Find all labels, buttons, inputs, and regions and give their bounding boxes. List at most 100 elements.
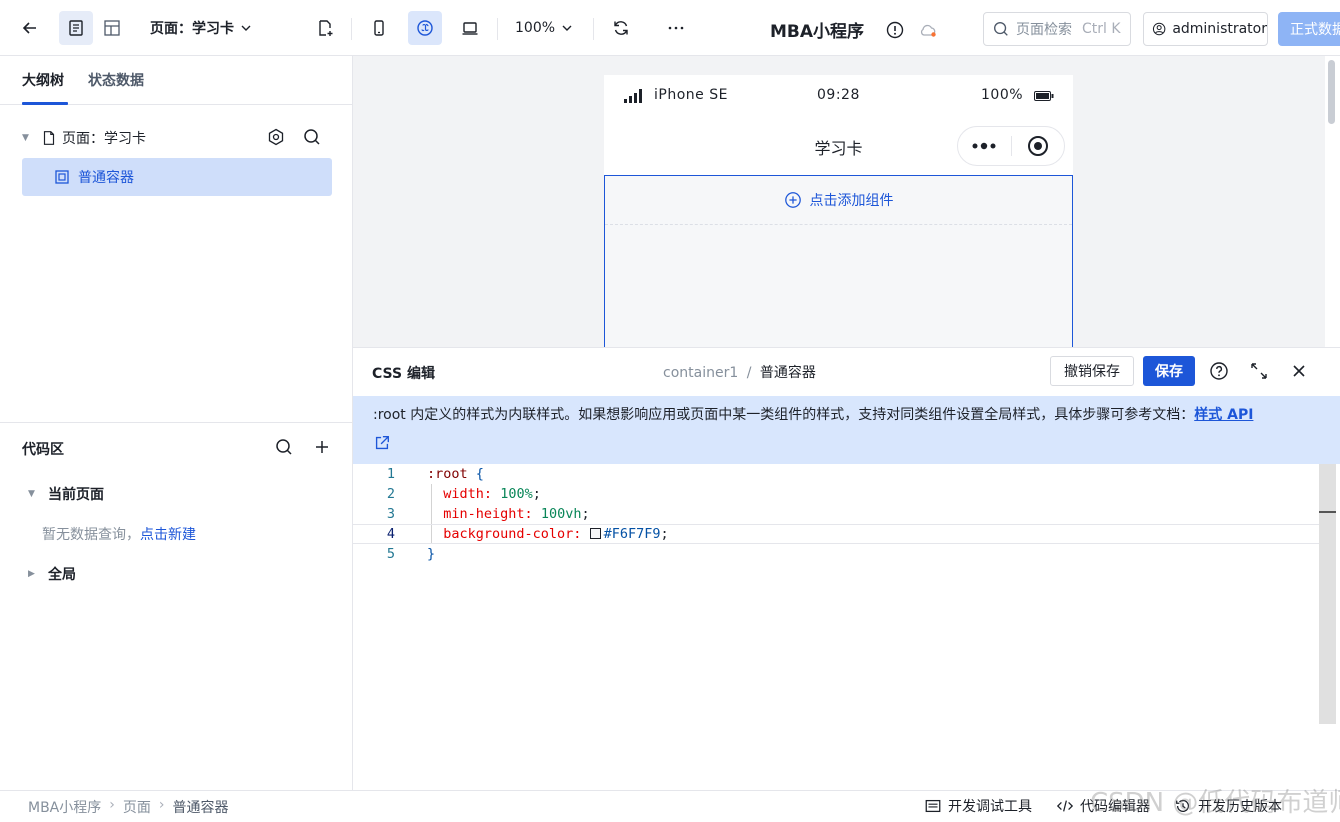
- scrollbar-thumb[interactable]: [1328, 60, 1335, 124]
- desktop-preview-button[interactable]: [453, 11, 487, 45]
- phone-status-bar: iPhone SE 09:28 100%: [604, 75, 1073, 117]
- open-brace: {: [475, 466, 484, 482]
- plus-icon[interactable]: [312, 437, 332, 457]
- phone-nav-bar: 学习卡: [604, 117, 1073, 175]
- section-current-page[interactable]: ▼ 当前页面: [28, 484, 104, 504]
- signal-icon: [624, 89, 642, 103]
- page-selector[interactable]: 页面：学习卡: [150, 11, 252, 45]
- cloud-sync-status[interactable]: [911, 13, 945, 47]
- layout-icon: [104, 20, 120, 36]
- code-line: 3 min-height: 100vh;: [353, 504, 1333, 524]
- layout-view-button[interactable]: [95, 11, 129, 45]
- code-area-actions: [274, 437, 332, 457]
- code-text: background-color: #F6F7F9;: [443, 526, 669, 542]
- capsule-more[interactable]: [958, 141, 1011, 151]
- close-brace: }: [427, 546, 436, 562]
- expand-icon[interactable]: [1249, 361, 1269, 381]
- caret-down-icon: ▼: [22, 133, 29, 143]
- color-swatch[interactable]: [589, 528, 601, 539]
- miniprogram-icon: [417, 20, 433, 36]
- miniprogram-preview-button[interactable]: [408, 11, 442, 45]
- line-number: 4: [386, 526, 395, 542]
- arrow-left-icon: [22, 22, 36, 34]
- notice-text: :root 内定义的样式为内联样式。如果想影响应用或页面中某一类组件的样式，支持…: [373, 407, 1195, 423]
- tab-outline-tree[interactable]: 大纲树: [22, 70, 64, 90]
- css-property: background-color:: [443, 526, 582, 542]
- create-query-link[interactable]: 点击新建: [140, 527, 196, 543]
- canvas-scrollbar[interactable]: [1325, 56, 1340, 347]
- code-text: }: [427, 546, 435, 562]
- code-area-title: 代码区: [22, 442, 64, 458]
- chevron-down-icon: [562, 25, 572, 31]
- tree-node-container[interactable]: 普通容器: [22, 158, 332, 196]
- footer-crumb-page[interactable]: 页面: [123, 797, 151, 817]
- scrollbar-cursor-marker: [1319, 511, 1336, 513]
- user-icon: [1152, 22, 1166, 36]
- line-number: 2: [386, 486, 395, 502]
- settings-icon[interactable]: [266, 127, 286, 147]
- page-search-input[interactable]: 页面检索 Ctrl K: [983, 12, 1131, 46]
- miniprogram-capsule[interactable]: [957, 126, 1065, 166]
- capsule-close[interactable]: [1012, 135, 1065, 157]
- undo-save-button[interactable]: 撤销保存: [1050, 356, 1134, 386]
- csdn-watermark: CSDN @低代码布道师: [1090, 788, 1340, 818]
- selected-container[interactable]: 点击添加组件: [604, 175, 1073, 347]
- outline-view-button[interactable]: [59, 11, 93, 45]
- crumb-component-id[interactable]: container1: [663, 365, 738, 381]
- search-icon[interactable]: [302, 127, 322, 147]
- design-canvas: iPhone SE 09:28 100% 学习卡 点击添加组件: [353, 56, 1325, 347]
- add-page-button[interactable]: [308, 11, 342, 45]
- add-component-button[interactable]: 点击添加组件: [605, 176, 1072, 225]
- css-code-editor[interactable]: 1 :root { 2 width: 100%; 3 min-height: 1…: [353, 464, 1340, 791]
- empty-query-text: 暂无数据查询，: [42, 527, 140, 543]
- app-info-button[interactable]: [878, 13, 912, 47]
- mobile-preview-button[interactable]: [362, 11, 396, 45]
- css-editor-header: CSS 编辑 container1 / 普通容器 撤销保存 保存: [353, 348, 1340, 396]
- help-icon[interactable]: [1209, 361, 1229, 381]
- code-area: 代码区 ▼ 当前页面 暂无数据查询，点击新建 ▶ 全局: [0, 422, 352, 790]
- chevron-right-icon: ›: [158, 797, 165, 813]
- tab-state-data[interactable]: 状态数据: [88, 70, 144, 90]
- code-text: min-height: 100vh;: [443, 506, 590, 522]
- code-text: width: 100%;: [443, 486, 541, 502]
- section-global-label: 全局: [48, 567, 76, 583]
- editor-scrollbar[interactable]: [1319, 464, 1336, 724]
- search-placeholder: 页面检索: [1016, 22, 1072, 38]
- target-icon: [1027, 136, 1048, 156]
- css-editor-actions: [1209, 361, 1309, 381]
- code-icon: [1056, 800, 1074, 812]
- crumb-separator: /: [746, 365, 752, 381]
- toolbar-divider: [497, 18, 498, 40]
- css-value: 100%: [500, 486, 533, 502]
- page-select-label: 页面：学习卡: [150, 21, 234, 37]
- console-icon: [925, 799, 941, 813]
- crumb-component-name: 普通容器: [759, 365, 816, 381]
- close-icon[interactable]: [1289, 361, 1309, 381]
- more-horizontal-icon: [668, 26, 684, 30]
- css-editor-panel: CSS 编辑 container1 / 普通容器 撤销保存 保存 :root 内…: [353, 347, 1340, 790]
- line-number: 3: [386, 506, 395, 522]
- user-menu[interactable]: administrator: [1143, 12, 1268, 46]
- style-api-link[interactable]: 样式 API: [1194, 407, 1253, 423]
- footer-breadcrumb: MBA小程序 › 页面 › 普通容器: [28, 797, 228, 817]
- footer-crumb-component[interactable]: 普通容器: [172, 797, 228, 817]
- publish-button[interactable]: 正式数据: [1278, 12, 1340, 46]
- footer-crumb-app[interactable]: MBA小程序: [28, 797, 101, 817]
- section-global[interactable]: ▶ 全局: [28, 564, 76, 584]
- chevron-right-icon: ›: [109, 797, 115, 813]
- container-icon: [55, 170, 69, 184]
- battery-percent: 100%: [981, 87, 1024, 103]
- css-value: #F6F7F9: [603, 526, 661, 542]
- zoom-selector[interactable]: 100%: [515, 11, 573, 45]
- toolbar-divider: [593, 18, 594, 40]
- more-button[interactable]: [659, 11, 693, 45]
- tree-node-page[interactable]: ▼ 页面：学习卡: [22, 119, 332, 157]
- refresh-button[interactable]: [604, 11, 638, 45]
- save-button[interactable]: 保存: [1143, 356, 1195, 386]
- external-link-icon[interactable]: [373, 434, 1320, 457]
- dev-tools-button[interactable]: 开发调试工具: [924, 796, 1032, 816]
- search-icon[interactable]: [274, 437, 294, 457]
- css-property: min-height:: [443, 506, 533, 522]
- back-button[interactable]: [13, 11, 47, 45]
- css-editor-title: CSS 编辑: [372, 366, 435, 382]
